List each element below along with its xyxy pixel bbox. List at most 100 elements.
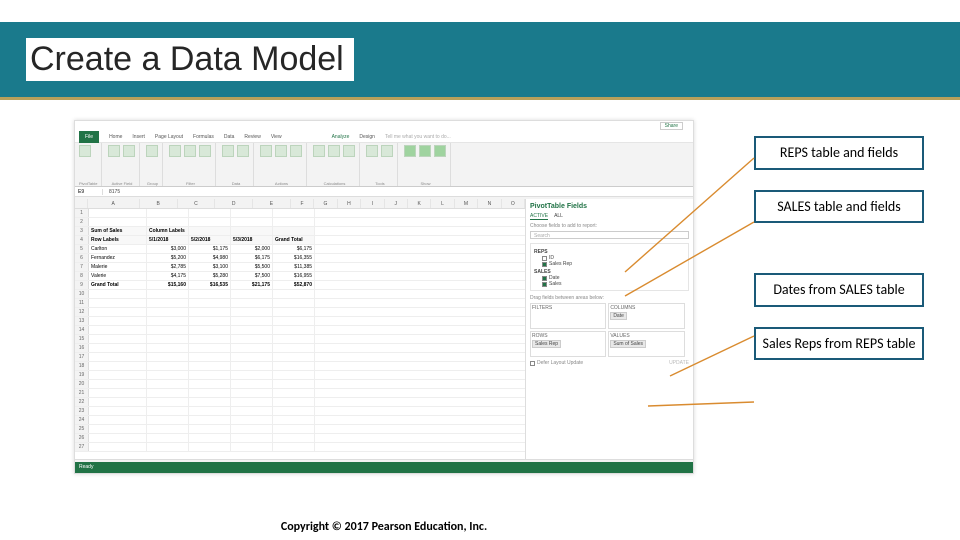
field-sales[interactable]: Sales: [534, 281, 685, 287]
cell[interactable]: [89, 344, 147, 352]
area-values[interactable]: VALUESSum of Sales: [608, 331, 684, 357]
cell[interactable]: [89, 398, 147, 406]
chip-sales-rep[interactable]: Sales Rep: [532, 340, 561, 348]
fields-tab-active[interactable]: ACTIVE: [530, 213, 548, 220]
cell[interactable]: $4,175: [147, 272, 189, 280]
formula-value[interactable]: 8175: [103, 189, 120, 195]
cell[interactable]: [89, 416, 147, 424]
ribbon-icon[interactable]: [184, 145, 196, 157]
cell[interactable]: $2,785: [147, 263, 189, 271]
cell[interactable]: [147, 290, 189, 298]
cell[interactable]: [189, 353, 231, 361]
cell[interactable]: [273, 335, 315, 343]
cell[interactable]: $16,955: [273, 272, 315, 280]
cell[interactable]: [147, 353, 189, 361]
cell[interactable]: [231, 209, 273, 217]
ribbon-icon[interactable]: [108, 145, 120, 157]
cell[interactable]: [189, 326, 231, 334]
cell[interactable]: [273, 227, 315, 235]
cell[interactable]: [147, 389, 189, 397]
cell[interactable]: [89, 218, 147, 226]
cell[interactable]: [89, 380, 147, 388]
ribbon-icon[interactable]: [237, 145, 249, 157]
cell[interactable]: $2,000: [231, 245, 273, 253]
cell[interactable]: [189, 425, 231, 433]
cell[interactable]: [189, 443, 231, 451]
cell[interactable]: [189, 407, 231, 415]
area-filters[interactable]: FILTERS: [530, 303, 606, 329]
cell[interactable]: [89, 326, 147, 334]
cell[interactable]: [189, 308, 231, 316]
cell[interactable]: $7,500: [231, 272, 273, 280]
ribbon-icon[interactable]: [146, 145, 158, 157]
cell[interactable]: [89, 389, 147, 397]
cell[interactable]: $3,100: [189, 263, 231, 271]
cell[interactable]: [89, 209, 147, 217]
cell[interactable]: [147, 326, 189, 334]
cell[interactable]: [189, 218, 231, 226]
update-button[interactable]: UPDATE: [669, 360, 689, 366]
cell[interactable]: [89, 434, 147, 442]
cell[interactable]: [273, 407, 315, 415]
checkbox-icon[interactable]: [542, 276, 547, 281]
cell[interactable]: [189, 344, 231, 352]
cell[interactable]: [189, 227, 231, 235]
ribbon-icon[interactable]: [199, 145, 211, 157]
checkbox-icon[interactable]: [542, 262, 547, 267]
cell[interactable]: [231, 434, 273, 442]
cell[interactable]: [189, 209, 231, 217]
cell[interactable]: [147, 371, 189, 379]
ribbon-icon[interactable]: [419, 145, 431, 157]
cell[interactable]: [147, 443, 189, 451]
cell[interactable]: $6,175: [273, 245, 315, 253]
cell[interactable]: $21,175: [231, 281, 273, 289]
cell[interactable]: $4,980: [189, 254, 231, 262]
cell[interactable]: [273, 344, 315, 352]
fields-search[interactable]: Search: [530, 231, 689, 239]
ribbon-icon[interactable]: [123, 145, 135, 157]
tab-pagelayout[interactable]: Page Layout: [155, 134, 183, 140]
cell[interactable]: [147, 425, 189, 433]
cell[interactable]: [231, 407, 273, 415]
cell[interactable]: [89, 290, 147, 298]
chip-sum-sales[interactable]: Sum of Sales: [610, 340, 646, 348]
cell[interactable]: [273, 425, 315, 433]
cell[interactable]: [147, 308, 189, 316]
cell[interactable]: [231, 218, 273, 226]
cell[interactable]: [231, 389, 273, 397]
fields-tab-all[interactable]: ALL: [554, 213, 563, 220]
name-box[interactable]: E9: [75, 189, 103, 195]
cell[interactable]: [231, 443, 273, 451]
cell[interactable]: [189, 398, 231, 406]
cell[interactable]: [89, 308, 147, 316]
cell[interactable]: [189, 335, 231, 343]
ribbon-icon[interactable]: [366, 145, 378, 157]
cell[interactable]: [147, 317, 189, 325]
cell[interactable]: [189, 434, 231, 442]
cell[interactable]: [273, 317, 315, 325]
share-button[interactable]: Share: [660, 122, 683, 130]
cell[interactable]: [231, 425, 273, 433]
tab-file[interactable]: File: [79, 131, 99, 143]
cell[interactable]: [231, 380, 273, 388]
ribbon-icon[interactable]: [434, 145, 446, 157]
cell[interactable]: Sum of Sales: [89, 227, 147, 235]
cell[interactable]: [147, 218, 189, 226]
cell[interactable]: Malerie: [89, 263, 147, 271]
ribbon-icon[interactable]: [343, 145, 355, 157]
cell[interactable]: $6,175: [231, 254, 273, 262]
ribbon-icon[interactable]: [404, 145, 416, 157]
cell[interactable]: [189, 389, 231, 397]
cell[interactable]: $5,200: [147, 254, 189, 262]
cell[interactable]: [89, 443, 147, 451]
cell[interactable]: Valerie: [89, 272, 147, 280]
ribbon-icon[interactable]: [260, 145, 272, 157]
cell[interactable]: [147, 407, 189, 415]
cell[interactable]: Grand Total: [273, 236, 315, 244]
ribbon-icon[interactable]: [275, 145, 287, 157]
cell[interactable]: [89, 317, 147, 325]
cell[interactable]: [231, 299, 273, 307]
tab-design[interactable]: Design: [359, 134, 375, 140]
cell[interactable]: [273, 398, 315, 406]
tab-insert[interactable]: Insert: [132, 134, 145, 140]
